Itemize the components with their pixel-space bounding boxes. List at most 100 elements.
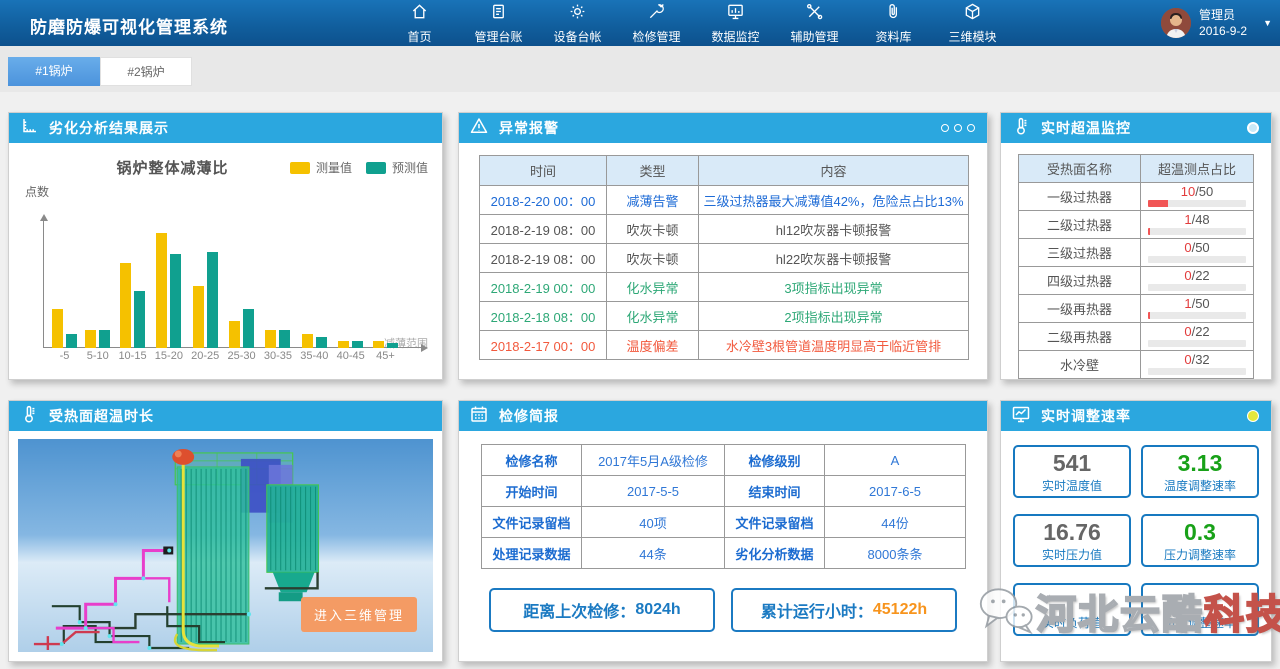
x-tick-label: 20-25	[191, 348, 219, 365]
pager-dot[interactable]	[967, 124, 975, 132]
alarm-time: 2018-2-18 08：00	[480, 302, 607, 331]
cube-icon	[963, 2, 982, 28]
nav-item-maintenance[interactable]: 检修管理	[617, 0, 696, 46]
nav-item-label: 辅助管理	[790, 28, 838, 45]
progress-track	[1148, 368, 1246, 375]
nav-item-auxiliary[interactable]: 辅助管理	[775, 0, 854, 46]
nav-item-label: 检修管理	[632, 28, 680, 45]
bar	[338, 341, 349, 348]
alarm-type: 吹灰卡顿	[607, 244, 699, 273]
data-monitor-icon	[726, 2, 745, 28]
overtemp-ratio: 1/48	[1141, 211, 1254, 239]
chart-plot: -55-1010-1515-2020-2525-3030-3535-4040-4…	[43, 215, 426, 365]
panel-header: 异常报警	[459, 113, 987, 143]
bar-group: 20-25	[191, 252, 219, 365]
total-count: /48	[1192, 212, 1210, 227]
nav-item-label: 设备台帐	[553, 28, 601, 45]
rate-value	[1143, 588, 1257, 614]
thermometer-icon	[1011, 116, 1041, 141]
column-header: 内容	[699, 156, 969, 186]
total-running-hours-button[interactable]: 累计运行小时： 45122h	[731, 588, 957, 632]
chevron-down-icon[interactable]: ▼	[1263, 18, 1272, 28]
repair-stat-buttons: 距离上次检修： 8024h 累计运行小时： 45122h	[489, 588, 957, 632]
total-count: /50	[1195, 184, 1213, 199]
field-label: 劣化分析数据	[725, 538, 825, 569]
field-label: 处理记录数据	[482, 538, 582, 569]
progress-track	[1148, 200, 1246, 207]
pager-dot[interactable]	[941, 124, 949, 132]
bar	[302, 334, 313, 348]
legend-swatch-predicted	[366, 162, 386, 174]
rate-card-temperature: 541 实时温度值	[1013, 445, 1131, 498]
bar	[52, 309, 63, 348]
tab-boiler-1[interactable]: #1锅炉	[8, 57, 100, 86]
boiler-3d-view[interactable]: 进入三维管理	[18, 439, 433, 652]
bar	[85, 330, 96, 348]
field-value: 8000条条	[825, 538, 966, 569]
field-label: 结束时间	[725, 476, 825, 507]
overtemp-row: 二级再热器 0/22	[1019, 323, 1254, 351]
overtemp-ratio: 1/50	[1141, 295, 1254, 323]
bar-group: 5-10	[85, 330, 110, 365]
bar-group: 35-40	[300, 334, 328, 365]
x-tick-label: -5	[60, 348, 70, 365]
nav-item-equipment[interactable]: 设备台帐	[538, 0, 617, 46]
user-date: 2016-9-2	[1199, 23, 1247, 39]
x-tick-label: 15-20	[155, 348, 183, 365]
chart-top-row: 锅炉整体减薄比 测量值 预测值	[55, 157, 428, 178]
overtemp-ratio: 0/22	[1141, 323, 1254, 351]
nav-item-library[interactable]: 资料库	[854, 0, 933, 46]
stat-label: 距离上次检修：	[523, 598, 635, 622]
nav-item-3d-module[interactable]: 三维模块	[933, 0, 1012, 46]
gear-icon	[568, 2, 587, 28]
legend-swatch-measured	[290, 162, 310, 174]
alarm-type: 吹灰卡顿	[607, 215, 699, 244]
nav-item-ledger[interactable]: 管理台账	[459, 0, 538, 46]
bar	[265, 330, 276, 348]
tab-boiler-2[interactable]: #2锅炉	[100, 57, 192, 86]
enter-3d-management-button[interactable]: 进入三维管理	[301, 597, 417, 632]
y-axis-label: 点数	[25, 183, 49, 200]
alarm-row: 2018-2-19 08：00 吹灰卡顿 hl12吹灰器卡顿报警	[480, 215, 969, 244]
since-last-repair-button[interactable]: 距离上次检修： 8024h	[489, 588, 715, 632]
overtemp-table: 受热面名称 超温测点占比 一级过热器 10/50 二级过热器 1/48 三级过热…	[1018, 154, 1254, 379]
alarm-pager-dots[interactable]	[941, 124, 975, 132]
overtemp-row: 水冷壁 0/32	[1019, 351, 1254, 379]
tools-icon	[805, 2, 824, 28]
overtemp-row: 四级过热器 0/22	[1019, 267, 1254, 295]
alarm-type: 减薄告警	[607, 186, 699, 215]
total-count: /50	[1192, 296, 1210, 311]
bar	[134, 291, 145, 348]
field-value: A	[825, 445, 966, 476]
overtemp-ratio: 0/22	[1141, 267, 1254, 295]
bar-group: 30-35	[264, 330, 292, 365]
column-header: 类型	[607, 156, 699, 186]
total-count: /22	[1192, 268, 1210, 283]
rate-card-load: 实时负荷值	[1013, 583, 1131, 636]
overtemp-count: 0	[1184, 240, 1191, 255]
progress-fill	[1148, 200, 1168, 207]
field-label: 检修名称	[482, 445, 582, 476]
pager-dot[interactable]	[954, 124, 962, 132]
overtemp-ratio: 0/32	[1141, 351, 1254, 379]
overtemp-count: 10	[1181, 184, 1195, 199]
alarm-header-row: 时间 类型 内容	[480, 156, 969, 186]
nav-item-home[interactable]: 首页	[380, 0, 459, 46]
bar	[120, 263, 131, 348]
progress-track	[1148, 312, 1246, 319]
repair-table-wrap: 检修名称 2017年5月A级检修 检修级别 A 开始时间 2017-5-5 结束…	[459, 431, 987, 632]
top-nav: 防磨防爆可视化管理系统 首页 管理台账 设备台帐 检修管理 数据监控 辅助管理 …	[0, 0, 1280, 46]
nav-menu: 首页 管理台账 设备台帐 检修管理 数据监控 辅助管理 资料库 三维模块	[380, 0, 1012, 46]
field-label: 文件记录留档	[482, 507, 582, 538]
avatar	[1161, 8, 1191, 38]
bar-group: 25-30	[228, 309, 256, 365]
rate-value: 16.76	[1015, 519, 1129, 546]
bar-group: 10-15	[118, 263, 146, 365]
bar	[207, 252, 218, 348]
alarm-content: hl22吹灰器卡顿报警	[699, 244, 969, 273]
nav-item-data-monitor[interactable]: 数据监控	[696, 0, 775, 46]
repair-row: 文件记录留档 40项 文件记录留档 44份	[482, 507, 966, 538]
user-menu[interactable]: 管理员 2016-9-2 ▼	[1161, 0, 1272, 46]
overtemp-header-row: 受热面名称 超温测点占比	[1019, 155, 1254, 183]
overtemp-count: 0	[1184, 352, 1191, 367]
